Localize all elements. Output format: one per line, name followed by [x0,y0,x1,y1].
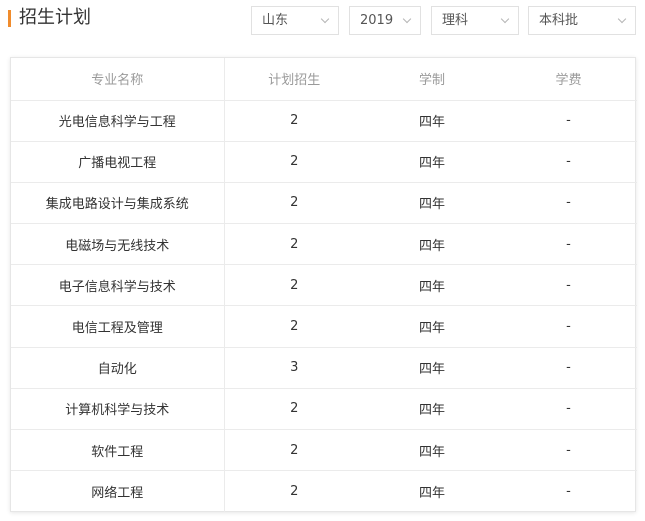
year-select-value: 2019 [360,13,394,28]
province-select[interactable]: 山东 [251,6,339,35]
column-header-major: 专业名称 [11,58,225,101]
cell-plan: 2 [224,264,364,307]
cell-plan: 2 [224,429,364,472]
cell-fee: - [500,429,637,472]
cell-duration: 四年 [364,100,500,142]
page-title: 招生计划 [19,7,91,28]
cell-plan: 2 [224,100,364,142]
cell-plan: 2 [224,388,364,431]
cell-duration: 四年 [364,182,500,225]
cell-fee: - [500,347,637,389]
title-accent-bar [8,10,11,27]
cell-plan: 2 [224,305,364,348]
cell-fee: - [500,388,637,431]
cell-duration: 四年 [364,429,500,472]
cell-fee: - [500,182,637,225]
cell-major: 电子信息科学与技术 [11,264,225,307]
cell-fee: - [566,484,571,500]
cell-plan: 2 [224,141,364,183]
cell-fee: - [500,223,637,266]
batch-select-value: 本科批 [539,13,579,28]
table-row: 电信工程及管理 2 四年 - [11,305,637,348]
cell-major: 网络工程 [11,470,225,512]
province-select-value: 山东 [262,13,289,28]
chevron-down-icon [500,14,510,24]
column-header-fee: 学费 [500,58,637,101]
page: 招生计划 山东 2019 理科 本科批 专业名称 计划招生 学制 学费 光电信息… [0,0,645,521]
cell-fee: - [500,141,637,183]
column-header-plan: 计划招生 [224,58,364,101]
table-row: 光电信息科学与工程 2 四年 - [11,100,637,142]
enrollment-plan-table: 专业名称 计划招生 学制 学费 光电信息科学与工程 2 四年 - 广播电视工程 … [11,58,637,512]
year-select[interactable]: 2019 [349,6,421,35]
cell-duration: 四年 [364,264,500,307]
cell-major: 自动化 [11,347,225,389]
subject-select-value: 理科 [442,13,469,28]
chevron-down-icon [402,14,412,24]
column-header-duration: 学制 [364,58,500,101]
table-row: 集成电路设计与集成系统 2 四年 - [11,182,637,225]
cell-plan: 2 [224,223,364,266]
cell-duration: 四年 [364,141,500,183]
cell-plan: 3 [224,347,364,389]
batch-select[interactable]: 本科批 [528,6,636,35]
cell-major: 集成电路设计与集成系统 [11,182,225,225]
cell-fee: - [500,264,637,307]
cell-major: 软件工程 [11,429,225,472]
chevron-down-icon [320,14,330,24]
cell-fee: - [500,305,637,348]
cell-major: 电磁场与无线技术 [11,223,225,266]
table-row: 广播电视工程 2 四年 - [11,141,637,183]
chevron-down-icon [617,14,627,24]
table-row: 电子信息科学与技术 2 四年 - [11,264,637,307]
cell-duration: 四年 [364,223,500,266]
table-row: 网络工程 2 四年 - [11,470,637,512]
subject-select[interactable]: 理科 [431,6,519,35]
table-header-row: 专业名称 计划招生 学制 学费 [11,58,637,101]
cell-duration: 四年 [364,388,500,431]
table-row: 软件工程 2 四年 - [11,429,637,472]
table-row: 自动化 3 四年 - [11,347,637,389]
cell-major: 光电信息科学与工程 [11,100,225,142]
cell-duration: 四年 [364,305,500,348]
cell-major: 广播电视工程 [11,141,225,183]
enrollment-plan-table-card: 专业名称 计划招生 学制 学费 光电信息科学与工程 2 四年 - 广播电视工程 … [10,57,637,512]
table-row: 计算机科学与技术 2 四年 - [11,388,637,431]
cell-fee: - [500,100,637,142]
table-row: 电磁场与无线技术 2 四年 - [11,223,637,266]
cell-major: 计算机科学与技术 [11,388,225,431]
cell-major: 电信工程及管理 [11,305,225,348]
cell-duration: 四年 [364,347,500,389]
cell-duration: 四年 [418,486,445,502]
cell-plan: 2 [290,484,299,500]
header: 招生计划 山东 2019 理科 本科批 [0,0,645,40]
cell-plan: 2 [224,182,364,225]
